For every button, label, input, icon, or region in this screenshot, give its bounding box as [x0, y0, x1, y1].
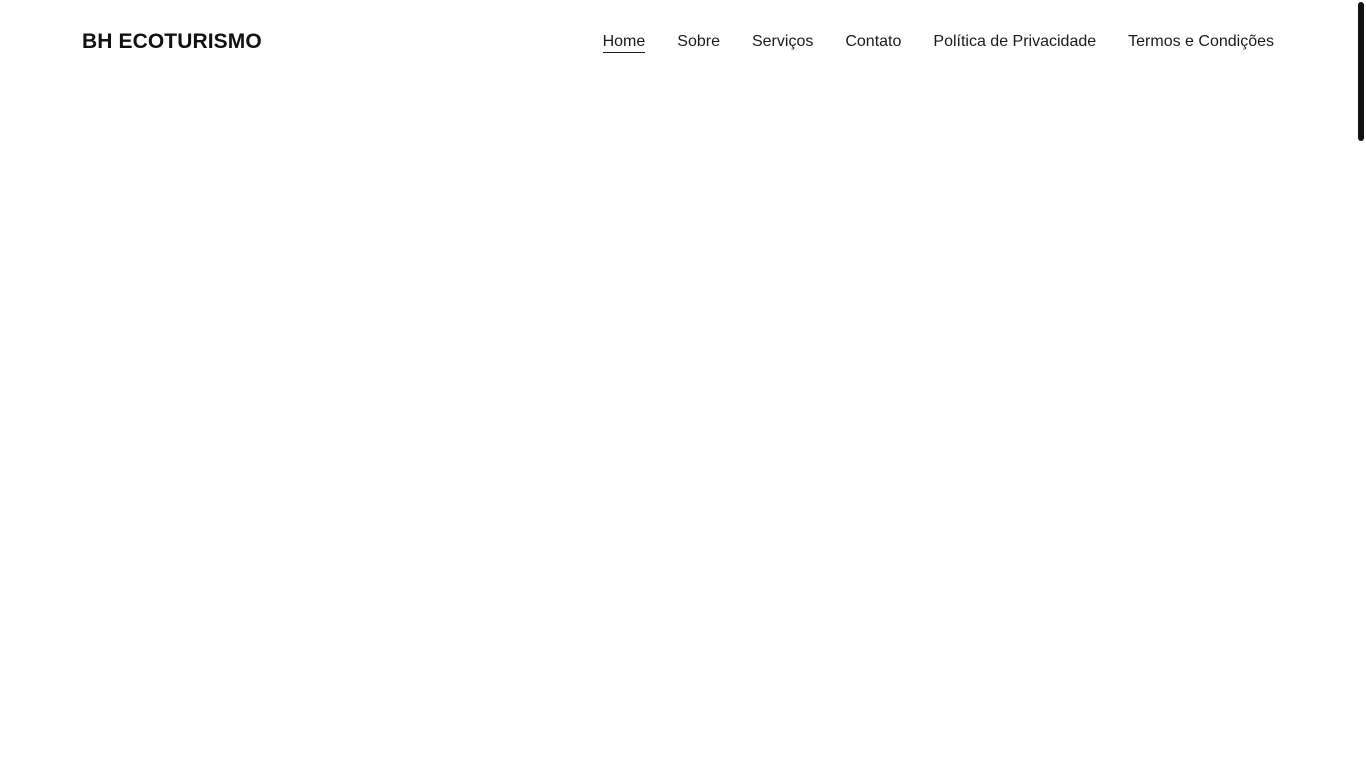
brand-logo-link[interactable]: BH ECOTURISMO: [82, 30, 262, 54]
nav-item-termos-condicoes: Termos e Condições: [1128, 33, 1274, 51]
nav-link-politica-privacidade[interactable]: Política de Privacidade: [933, 33, 1096, 53]
nav-link-termos-condicoes[interactable]: Termos e Condições: [1128, 33, 1274, 53]
page: BH ECOTURISMO Home Sobre Serviços Contat…: [0, 0, 1366, 768]
vertical-scrollbar[interactable]: [1356, 0, 1366, 768]
nav-link-home[interactable]: Home: [602, 33, 646, 53]
nav-item-contato: Contato: [845, 33, 901, 51]
main-content-area: [0, 84, 1356, 768]
nav-list: Home Sobre Serviços Contato Política de …: [602, 33, 1274, 53]
nav-link-sobre[interactable]: Sobre: [677, 33, 720, 53]
nav-link-contato[interactable]: Contato: [845, 33, 901, 53]
nav-item-sobre: Sobre: [677, 33, 720, 51]
scrollbar-thumb[interactable]: [1358, 2, 1364, 141]
site-header: BH ECOTURISMO Home Sobre Serviços Contat…: [0, 0, 1356, 84]
main-navigation: Home Sobre Serviços Contato Política de …: [602, 33, 1274, 53]
nav-item-servicos: Serviços: [752, 33, 813, 51]
nav-link-servicos[interactable]: Serviços: [752, 33, 813, 53]
nav-item-politica-privacidade: Política de Privacidade: [933, 33, 1096, 51]
nav-item-home: Home: [602, 33, 646, 53]
